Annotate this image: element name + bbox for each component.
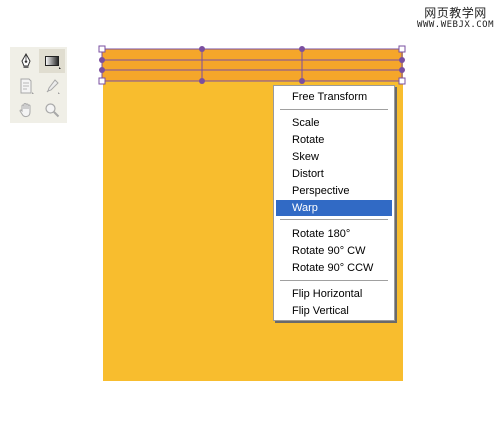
menu-separator (280, 219, 388, 220)
hand-tool[interactable] (13, 98, 39, 122)
eyedropper-icon (46, 79, 60, 94)
selected-layer[interactable] (102, 49, 402, 81)
control-point[interactable] (199, 46, 205, 52)
menu-item-flip-vertical[interactable]: Flip Vertical (276, 303, 392, 319)
control-point[interactable] (399, 67, 405, 73)
menu-item-rotate[interactable]: Rotate (276, 132, 392, 148)
control-point[interactable] (99, 57, 105, 63)
corner-handle-br[interactable] (398, 77, 406, 85)
control-point[interactable] (199, 78, 205, 84)
pen-tool[interactable] (13, 49, 39, 73)
menu-item-rotate-180[interactable]: Rotate 180° (276, 226, 392, 242)
corner-handle-tl[interactable] (98, 45, 106, 53)
menu-item-warp[interactable]: Warp (276, 200, 392, 216)
corner-handle-tr[interactable] (398, 45, 406, 53)
tool-palette (10, 47, 67, 123)
menu-item-distort[interactable]: Distort (276, 166, 392, 182)
zoom-tool[interactable] (39, 98, 65, 122)
control-point[interactable] (99, 67, 105, 73)
menu-separator (280, 280, 388, 281)
zoom-icon (45, 103, 60, 118)
menu-item-rotate-90-cw[interactable]: Rotate 90° CW (276, 243, 392, 259)
watermark: 网页教学网 WWW.WEBJX.COM (417, 6, 494, 31)
pen-icon (21, 52, 31, 68)
gradient-icon (45, 56, 61, 69)
hand-icon (19, 102, 31, 118)
menu-item-scale[interactable]: Scale (276, 115, 392, 131)
control-point[interactable] (299, 78, 305, 84)
menu-item-free-transform[interactable]: Free Transform (276, 89, 392, 105)
eyedropper-tool[interactable] (39, 74, 65, 98)
menu-item-rotate-90-ccw[interactable]: Rotate 90° CCW (276, 260, 392, 276)
watermark-url: WWW.WEBJX.COM (417, 20, 494, 30)
control-point[interactable] (399, 57, 405, 63)
control-point[interactable] (299, 46, 305, 52)
menu-item-flip-horizontal[interactable]: Flip Horizontal (276, 286, 392, 302)
transform-context-menu: Free Transform Scale Rotate Skew Distort… (273, 85, 395, 321)
menu-separator (280, 109, 388, 110)
menu-item-skew[interactable]: Skew (276, 149, 392, 165)
menu-item-perspective[interactable]: Perspective (276, 183, 392, 199)
gradient-tool[interactable] (39, 49, 65, 73)
watermark-title: 网页教学网 (424, 6, 487, 20)
notes-icon (20, 78, 34, 94)
corner-handle-bl[interactable] (98, 77, 106, 85)
notes-tool[interactable] (13, 74, 39, 98)
